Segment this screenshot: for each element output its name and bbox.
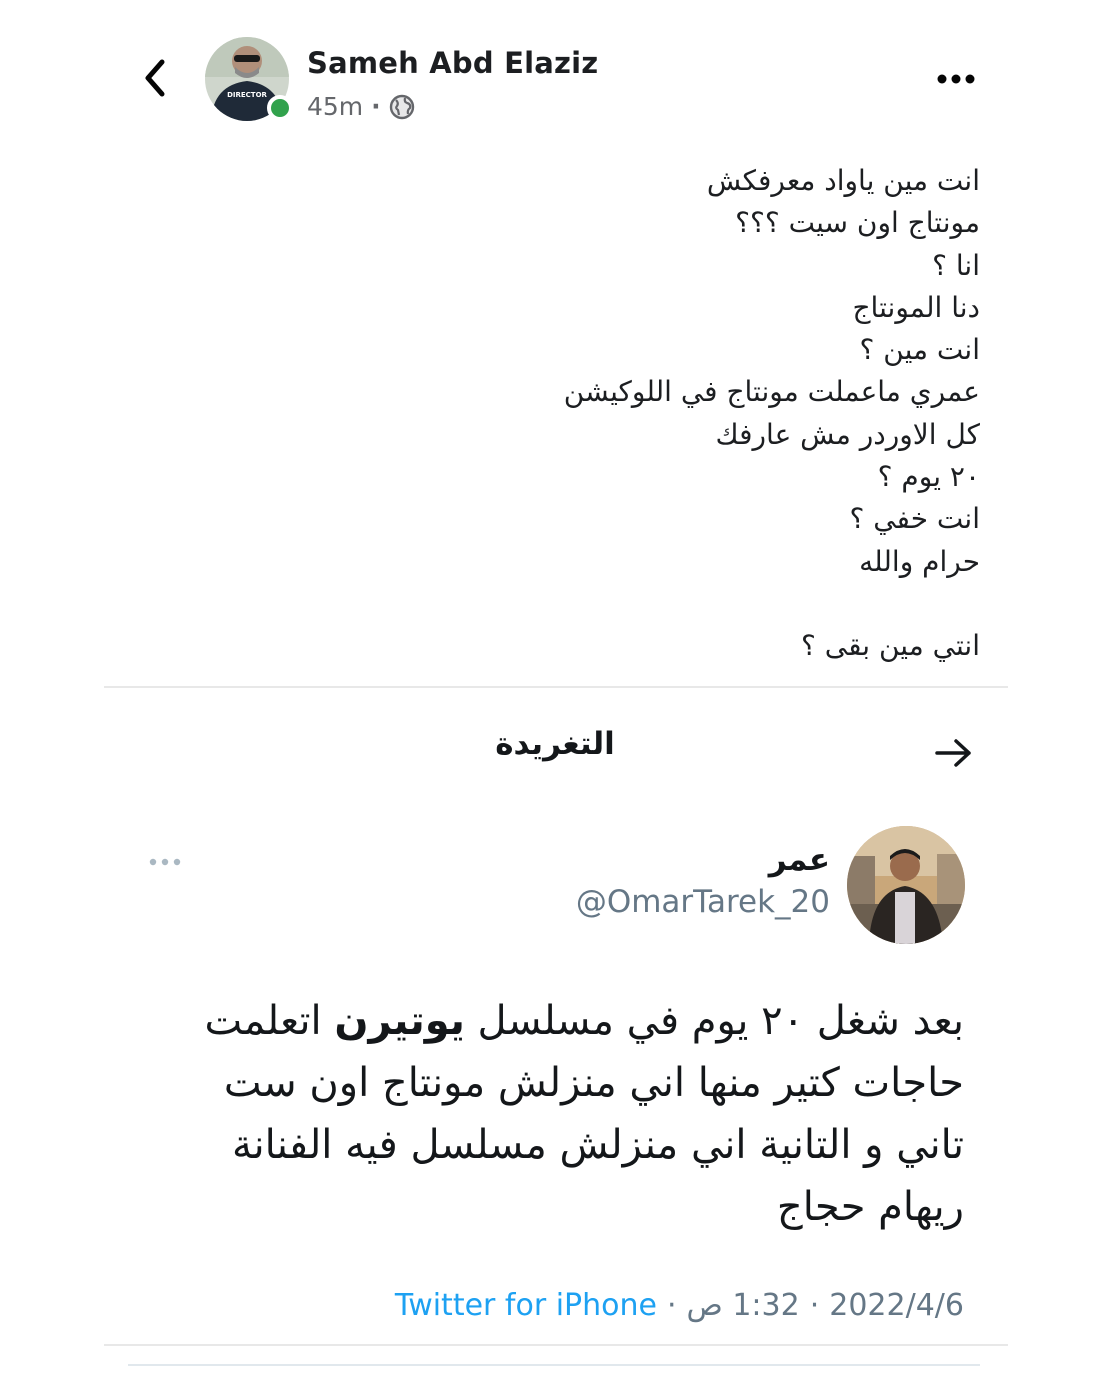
author-name[interactable]: Sameh Abd Elaziz [307, 46, 598, 80]
post-line: انا ؟ [932, 248, 980, 282]
post-line: انتي مين بقى ؟ [801, 629, 980, 663]
tweet-date: 2022/4/6 [829, 1288, 964, 1323]
tweet-more-options-button[interactable] [145, 850, 185, 874]
tweet-text: بعد شغل ٢٠ يوم في مسلسل يوتيرن اتعلمت حا… [174, 990, 964, 1238]
tweet-section-title: التغريدة [495, 726, 615, 762]
meta-separator: · [371, 92, 381, 121]
divider [104, 686, 1008, 688]
post-more-options-button[interactable] [932, 64, 980, 94]
divider [128, 1364, 980, 1366]
post-line: عمري ماعملت مونتاج في اللوكيشن [563, 375, 980, 409]
globe-icon [389, 94, 414, 119]
footer-separator: · [809, 1288, 820, 1323]
tweet-source-link[interactable]: Twitter for iPhone [395, 1288, 657, 1323]
tweet-text-part: بعد شغل ٢٠ يوم في مسلسل [464, 998, 964, 1044]
more-horizontal-icon [149, 858, 181, 866]
post-text: انت مين ياواد معرفكش مونتاج اون سيت ؟؟؟ … [380, 160, 980, 668]
tweet-author-handle[interactable]: @OmarTarek_20 [576, 884, 830, 920]
post-meta: 45m · [307, 92, 415, 121]
arrow-right-icon [935, 739, 971, 767]
post-line: حرام والله [859, 544, 980, 578]
tweet-footer: Twitter for iPhone · 1:32 ص · 2022/4/6 [395, 1288, 964, 1323]
tweet-text-bold: يوتيرن [334, 998, 465, 1044]
author-avatar-container[interactable]: DIRECTOR [205, 37, 293, 123]
tweet-author-avatar[interactable] [847, 826, 965, 944]
post-line: دنا المونتاج [852, 290, 980, 324]
avatar-shirt-text: DIRECTOR [227, 91, 267, 99]
post-line-blank [380, 583, 980, 625]
tweet-back-button[interactable] [930, 732, 978, 774]
divider [104, 1344, 1008, 1346]
post-line: مونتاج اون سيت ؟؟؟ [735, 206, 980, 240]
post-time[interactable]: 45m [307, 92, 363, 121]
tweet-time: 1:32 ص [686, 1288, 800, 1323]
back-button[interactable] [134, 54, 176, 102]
chevron-left-icon [145, 59, 165, 97]
post-line: انت مين ؟ [859, 333, 981, 367]
more-horizontal-icon [937, 74, 975, 84]
post-line: انت خفي ؟ [849, 502, 980, 536]
post-line: انت مين ياواد معرفكش [706, 164, 980, 197]
footer-separator: · [666, 1288, 677, 1323]
post-line: ٢٠ يوم ؟ [877, 460, 980, 494]
online-status-indicator [267, 95, 293, 121]
post-line: كل الاوردر مش عارفك [715, 417, 980, 451]
tweet-author-name[interactable]: عمر [769, 842, 830, 878]
